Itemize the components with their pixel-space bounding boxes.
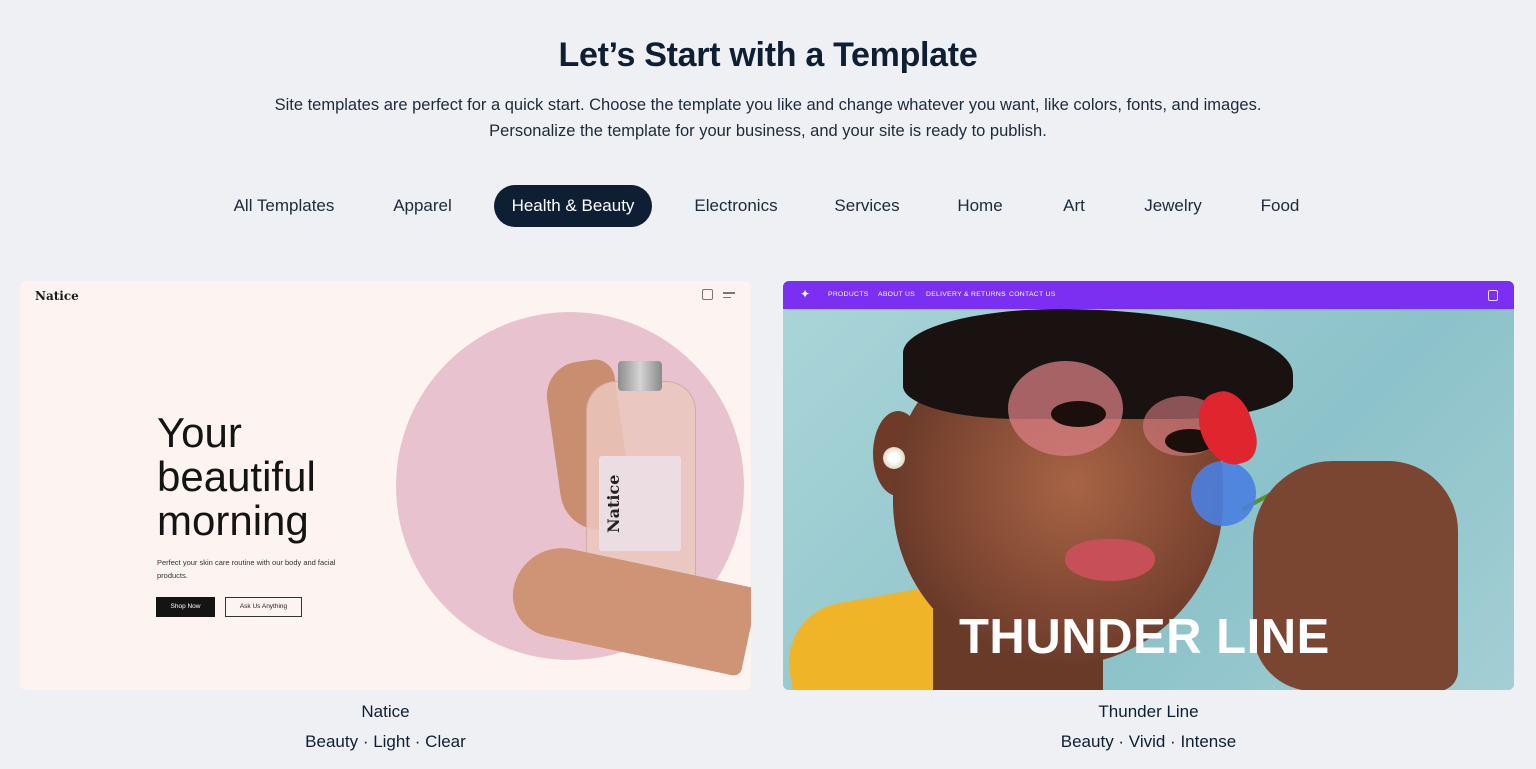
eye-graphic	[1051, 401, 1106, 427]
template-tags-natice: Beauty · Light · Clear	[305, 732, 466, 751]
page-subtitle: Site templates are perfect for a quick s…	[0, 92, 1536, 144]
tab-health-beauty[interactable]: Health & Beauty	[494, 185, 652, 227]
nav-contact-us: CONTACT US	[1009, 291, 1056, 298]
bottle-label-text: Natice	[604, 474, 623, 533]
natice-body-text: Perfect your skin care routine with our …	[157, 558, 336, 580]
headline-line: Your	[157, 409, 242, 456]
lips-graphic	[1065, 539, 1155, 581]
tab-food[interactable]: Food	[1247, 185, 1313, 227]
cart-icon	[1488, 290, 1498, 301]
thunder-nav-bar: ✦ PRODUCTS ABOUT US DELIVERY & RETURNS C…	[783, 281, 1514, 309]
ask-us-anything-button: Ask Us Anything	[225, 597, 302, 617]
tab-services[interactable]: Services	[823, 185, 911, 227]
unicorn-icon: ✦	[800, 287, 811, 301]
tab-apparel[interactable]: Apparel	[381, 185, 464, 227]
template-card-thunder-line[interactable]: ✦ PRODUCTS ABOUT US DELIVERY & RETURNS C…	[783, 281, 1514, 690]
nav-delivery-returns: DELIVERY & RETURNS	[926, 291, 1006, 298]
cart-icon	[702, 289, 713, 300]
menu-icon	[723, 292, 735, 301]
earring-graphic	[883, 447, 905, 469]
template-tags-thunder-line: Beauty · Vivid · Intense	[1060, 732, 1237, 751]
tab-all-templates[interactable]: All Templates	[220, 185, 348, 227]
shop-now-button: Shop Now	[156, 597, 215, 617]
nav-about-us: ABOUT US	[878, 291, 916, 298]
natice-headline: Your beautiful morning	[157, 411, 457, 543]
subtitle-line-2: Personalize the template for your busine…	[489, 122, 1047, 140]
category-tabs: All Templates Apparel Health & Beauty El…	[0, 185, 1536, 227]
tab-art[interactable]: Art	[1049, 185, 1099, 227]
blue-flower-graphic	[1191, 461, 1256, 526]
headline-line: morning	[157, 497, 309, 544]
template-name-thunder-line[interactable]: Thunder Line	[783, 702, 1514, 722]
subtitle-line-1: Site templates are perfect for a quick s…	[274, 96, 1262, 114]
template-card-natice[interactable]: Natice Natice Your beautiful morning Per…	[20, 281, 751, 690]
template-name-natice[interactable]: Natice	[20, 702, 751, 722]
nav-products: PRODUCTS	[828, 291, 869, 298]
tab-electronics[interactable]: Electronics	[682, 185, 790, 227]
bottle-cap-graphic	[618, 361, 662, 391]
page-title: Let’s Start with a Template	[558, 36, 978, 74]
headline-line: beautiful	[157, 453, 316, 500]
natice-logo: Natice	[35, 289, 79, 303]
thunder-headline: THUNDER LINE	[959, 610, 1330, 664]
tab-jewelry[interactable]: Jewelry	[1132, 185, 1214, 227]
tab-home[interactable]: Home	[944, 185, 1016, 227]
